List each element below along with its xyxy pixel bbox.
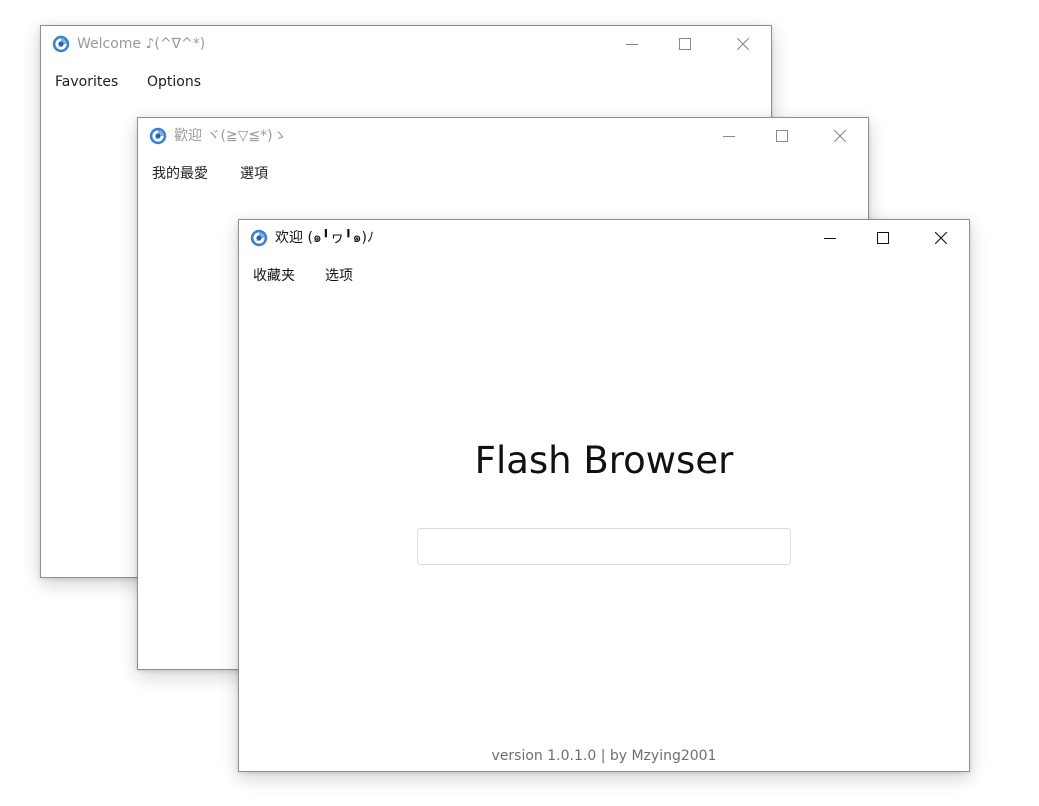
url-input[interactable]: [417, 528, 791, 565]
menu-favorites[interactable]: Favorites: [55, 73, 118, 91]
version-footer: version 1.0.1.0 | by Mzying2001: [491, 748, 717, 764]
browser-logo-icon: [52, 35, 70, 53]
minimize-button[interactable]: [706, 118, 752, 154]
menu-bar: 收藏夹 选项: [239, 256, 969, 296]
browser-logo-icon: [250, 229, 268, 247]
close-button[interactable]: [720, 26, 766, 62]
title-bar[interactable]: 歡迎 ヾ(≧▽≦*)ゝ: [138, 118, 868, 154]
maximize-button[interactable]: [860, 220, 906, 256]
close-icon: [935, 232, 947, 244]
close-button[interactable]: [918, 220, 964, 256]
minimize-button[interactable]: [609, 26, 655, 62]
maximize-button[interactable]: [662, 26, 708, 62]
window-title: 欢迎 (๑╹ヮ╹๑)ﾉ: [275, 230, 375, 246]
title-bar[interactable]: 欢迎 (๑╹ヮ╹๑)ﾉ: [239, 220, 969, 256]
menu-bar: Favorites Options: [41, 62, 771, 102]
maximize-icon: [877, 232, 889, 244]
menu-bar: 我的最愛 選項: [138, 154, 868, 194]
welcome-window-simplified-chinese[interactable]: 欢迎 (๑╹ヮ╹๑)ﾉ 收藏夹 选项 Flash Browser version…: [238, 219, 970, 772]
menu-favorites[interactable]: 收藏夹: [253, 267, 295, 285]
minimize-button[interactable]: [807, 220, 853, 256]
maximize-icon: [776, 130, 788, 142]
menu-options[interactable]: 選項: [240, 165, 268, 183]
menu-options[interactable]: Options: [147, 73, 201, 91]
maximize-button[interactable]: [759, 118, 805, 154]
app-heading: Flash Browser: [474, 439, 734, 482]
menu-favorites[interactable]: 我的最愛: [152, 165, 208, 183]
minimize-icon: [626, 44, 638, 45]
title-bar[interactable]: Welcome ♪(^∇^*): [41, 26, 771, 62]
browser-logo-icon: [149, 127, 167, 145]
maximize-icon: [679, 38, 691, 50]
close-button[interactable]: [817, 118, 863, 154]
minimize-icon: [723, 136, 735, 137]
close-icon: [737, 38, 749, 50]
window-title: Welcome ♪(^∇^*): [77, 36, 206, 52]
menu-options[interactable]: 选项: [325, 267, 353, 285]
minimize-icon: [824, 238, 836, 239]
close-icon: [834, 130, 846, 142]
window-title: 歡迎 ヾ(≧▽≦*)ゝ: [174, 128, 287, 144]
